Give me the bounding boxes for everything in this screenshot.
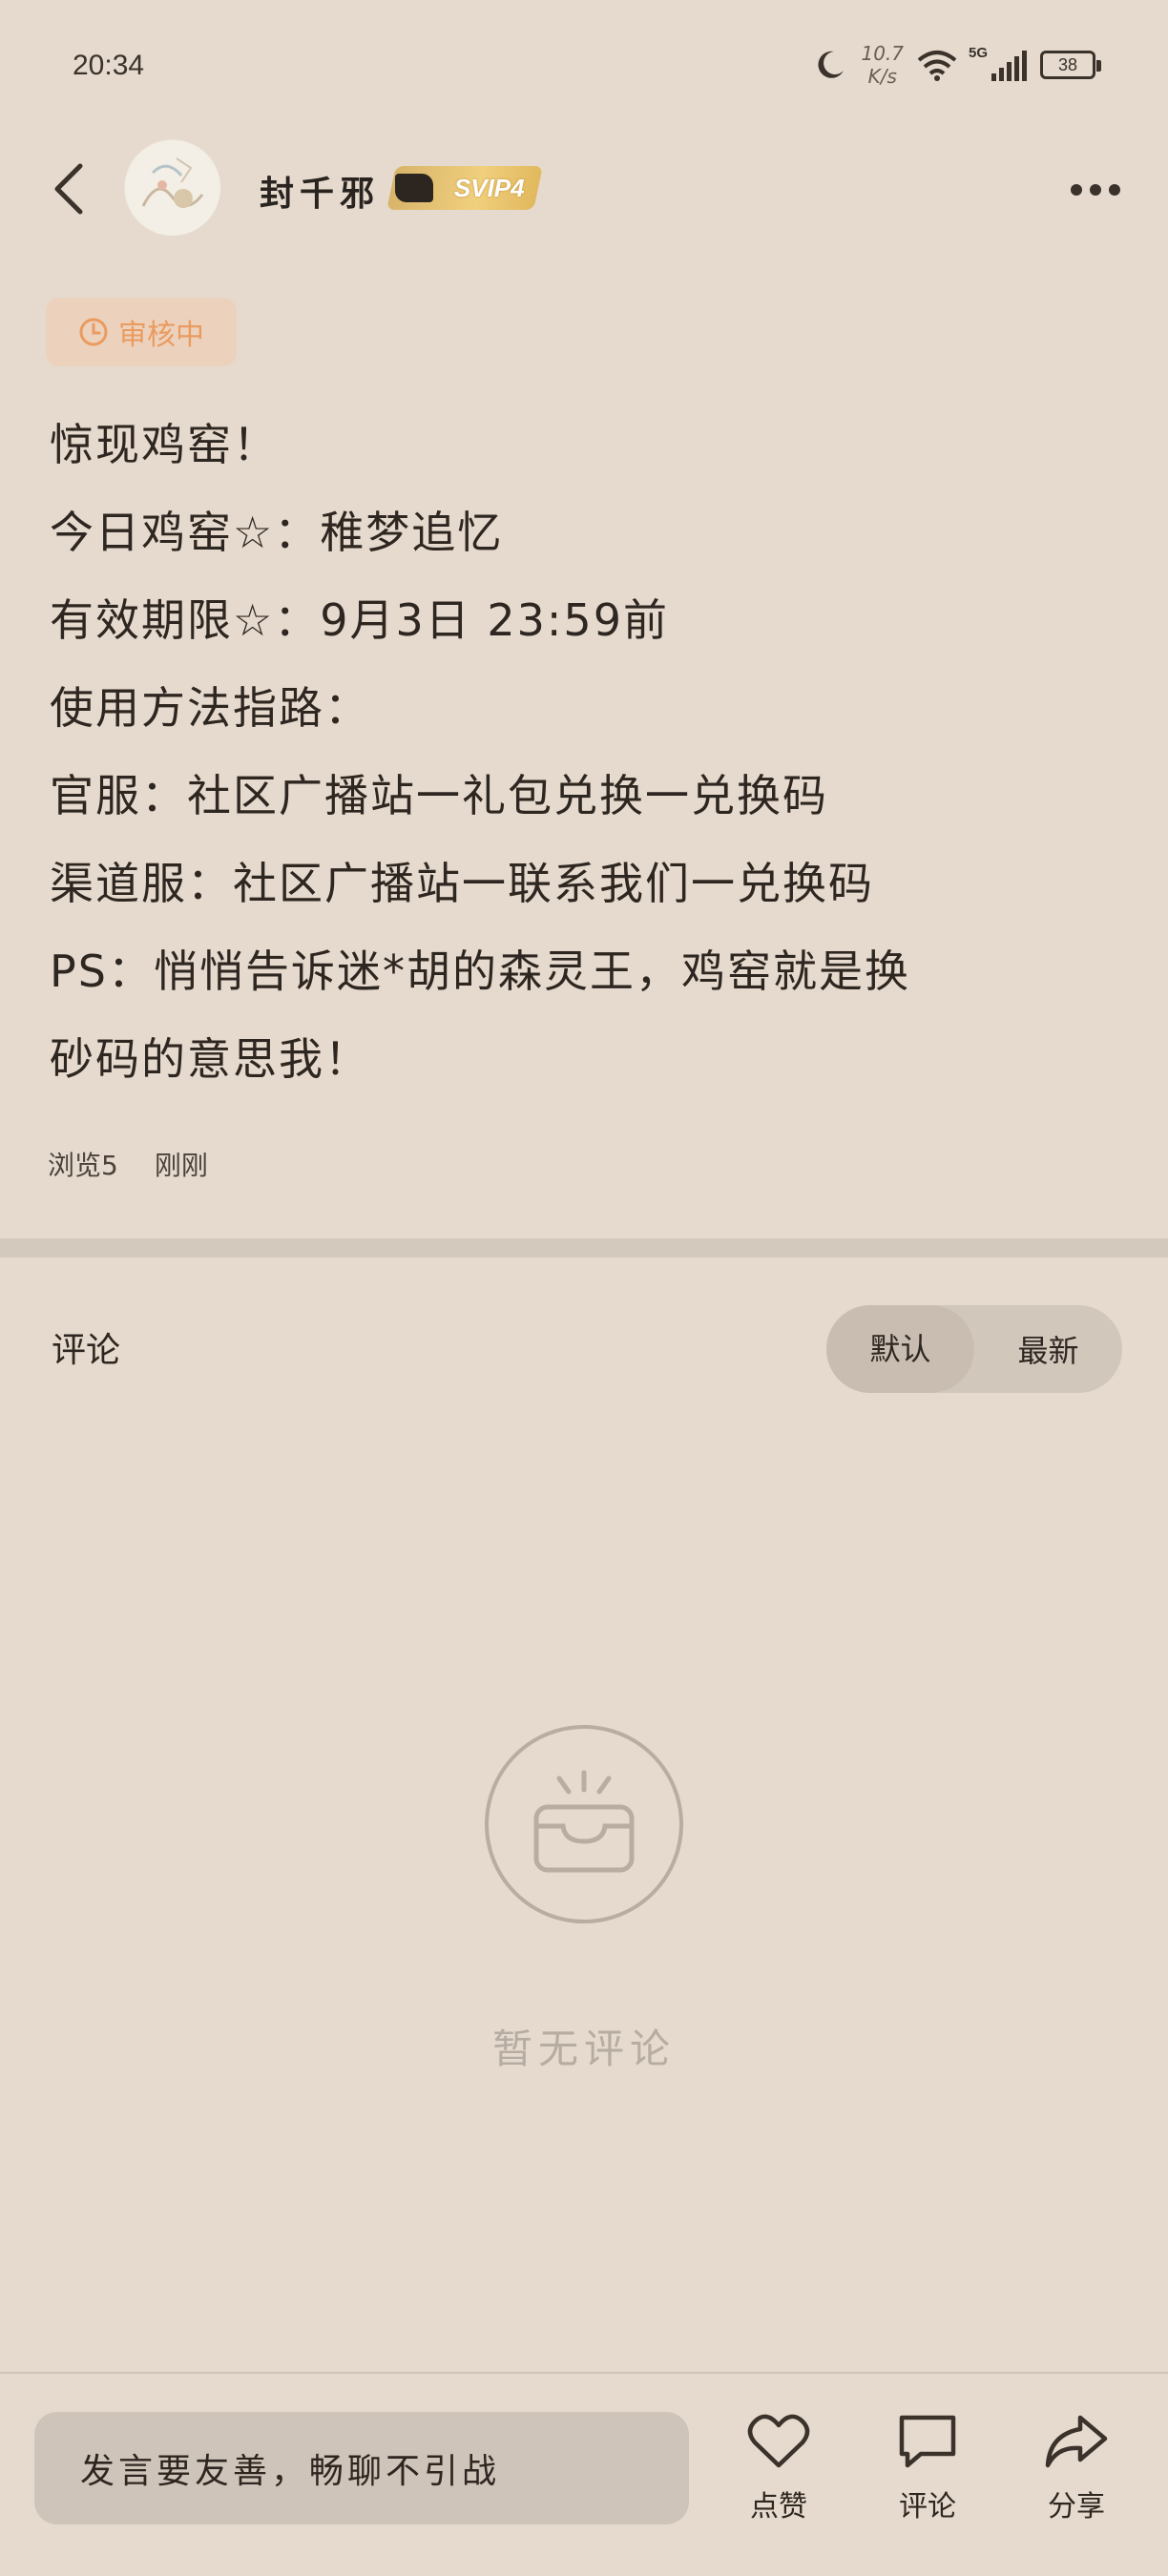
post-line: 今日鸡窑☆：稚梦追忆 xyxy=(50,507,504,558)
bottom-divider xyxy=(0,2372,1168,2374)
comment-sort-toggle: 默认 最新 xyxy=(826,1305,1122,1393)
sort-latest-button[interactable]: 最新 xyxy=(974,1327,1122,1371)
like-label: 点赞 xyxy=(750,2490,807,2524)
comment-input[interactable]: 发言要友善，畅聊不引战 xyxy=(34,2412,689,2524)
comment-icon xyxy=(899,2415,956,2468)
battery-level: 38 xyxy=(1057,54,1078,74)
comment-button[interactable]: 评论 xyxy=(870,2412,985,2536)
review-status-badge: 审核中 xyxy=(46,298,237,366)
comment-label: 评论 xyxy=(899,2490,956,2524)
sort-default-button[interactable]: 默认 xyxy=(826,1305,974,1393)
clock-icon xyxy=(79,318,108,346)
empty-inbox-icon xyxy=(483,1723,685,1925)
status-time: 20:34 xyxy=(73,50,145,81)
wifi-icon xyxy=(917,51,957,81)
view-count: 浏览5 xyxy=(48,1150,118,1181)
avatar[interactable] xyxy=(124,139,221,237)
post-content: 惊现鸡窑！ 今日鸡窑☆：稚梦追忆 有效期限☆：9月3日 23:59前 使用方法指… xyxy=(50,401,1118,1103)
post-line: 砂码的意思我！ xyxy=(50,1033,370,1085)
chevron-left-icon xyxy=(54,163,83,215)
signal-indicator: 5G xyxy=(969,45,1027,81)
net-speed-value: 10.7 xyxy=(861,42,904,65)
status-icons: 10.7 K/s 5G 38 xyxy=(813,42,1101,88)
post-line: 有效期限☆：9月3日 23:59前 xyxy=(50,594,669,646)
battery-indicator: 38 xyxy=(1040,51,1101,79)
post-line: 惊现鸡窑！ xyxy=(50,419,279,470)
like-button[interactable]: 点赞 xyxy=(721,2412,836,2536)
username[interactable]: 封千邪 xyxy=(260,166,380,216)
net-speed-unit: K/s xyxy=(867,65,897,88)
net-speed: 10.7 K/s xyxy=(861,42,904,88)
vip-badge: SVIP4 xyxy=(386,166,543,210)
moon-icon xyxy=(818,51,845,78)
post-line: 官服：社区广播站一礼包兑换一兑换码 xyxy=(50,770,828,821)
avatar-image xyxy=(125,140,220,236)
post-meta: 浏览5 刚刚 xyxy=(48,1145,208,1183)
share-arrow-icon xyxy=(1045,2415,1108,2468)
network-type: 5G xyxy=(969,45,989,61)
section-divider xyxy=(0,1238,1168,1257)
more-button[interactable] xyxy=(1065,176,1126,204)
post-line: 渠道服：社区广播站一联系我们一兑换码 xyxy=(50,858,874,909)
post-line: 使用方法指路： xyxy=(50,682,370,734)
empty-comments-text: 暂无评论 xyxy=(491,2025,676,2072)
more-dot-icon xyxy=(1071,184,1082,196)
vip-crown-icon xyxy=(395,174,433,202)
post-line: PS：悄悄告诉迷*胡的森灵王，鸡窑就是换 xyxy=(50,945,910,997)
more-dot-icon xyxy=(1090,184,1101,196)
heart-icon xyxy=(747,2414,810,2468)
vip-label: SVIP4 xyxy=(454,173,525,202)
share-label: 分享 xyxy=(1048,2490,1105,2524)
comments-title: 评论 xyxy=(52,1331,121,1370)
review-status-label: 审核中 xyxy=(118,319,204,352)
more-dot-icon xyxy=(1109,184,1120,196)
back-button[interactable] xyxy=(48,160,95,218)
share-button[interactable]: 分享 xyxy=(1019,2412,1134,2536)
post-time: 刚刚 xyxy=(154,1150,208,1181)
